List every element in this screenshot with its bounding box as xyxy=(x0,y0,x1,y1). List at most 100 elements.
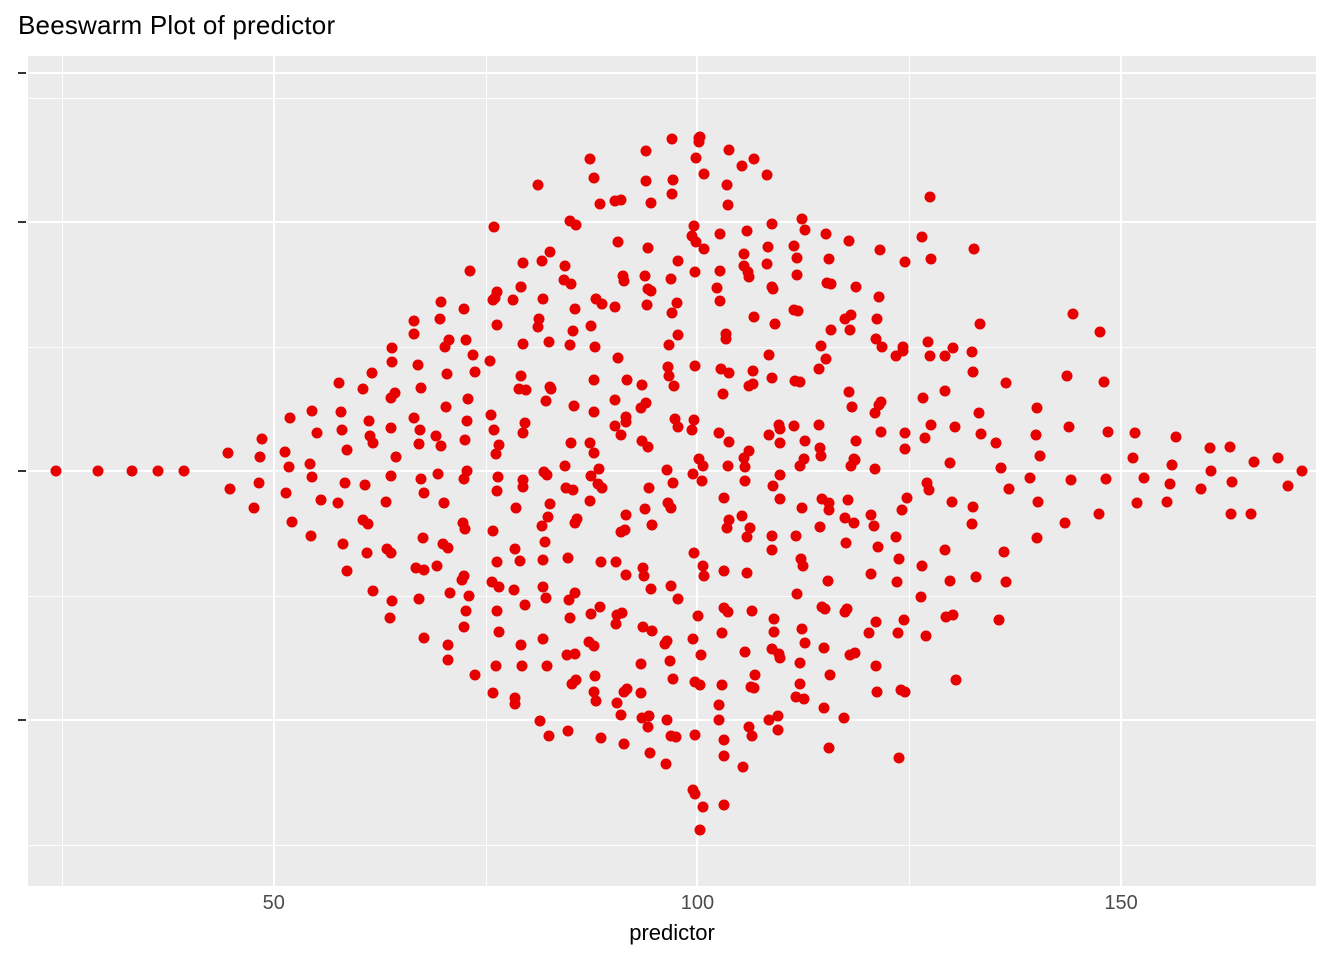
data-point xyxy=(667,308,678,319)
data-point xyxy=(386,470,397,481)
data-point xyxy=(1130,428,1141,439)
data-point xyxy=(790,691,801,702)
data-point xyxy=(381,497,392,508)
data-point xyxy=(646,197,657,208)
data-point xyxy=(561,650,572,661)
data-point xyxy=(444,334,455,345)
data-point xyxy=(739,248,750,259)
data-point xyxy=(715,295,726,306)
data-point xyxy=(387,342,398,353)
data-point xyxy=(641,299,652,310)
data-point xyxy=(721,179,732,190)
data-point xyxy=(285,412,296,423)
data-point xyxy=(306,472,317,483)
data-point xyxy=(926,254,937,265)
data-point xyxy=(869,464,880,475)
data-point xyxy=(970,572,981,583)
data-point xyxy=(1170,432,1181,443)
data-point xyxy=(493,626,504,637)
data-point xyxy=(613,236,624,247)
data-point xyxy=(796,623,807,634)
data-point xyxy=(438,538,449,549)
data-point xyxy=(687,634,698,645)
data-point xyxy=(544,730,555,741)
data-point xyxy=(843,494,854,505)
data-point xyxy=(839,513,850,524)
data-point xyxy=(666,273,677,284)
data-point xyxy=(744,721,755,732)
data-point xyxy=(515,282,526,293)
data-point xyxy=(698,560,709,571)
data-point xyxy=(665,580,676,591)
data-point xyxy=(1164,478,1175,489)
data-point xyxy=(743,272,754,283)
gridline-horizontal-minor xyxy=(28,845,1316,846)
data-point xyxy=(467,350,478,361)
data-point xyxy=(338,539,349,550)
data-point xyxy=(699,168,710,179)
data-point xyxy=(874,292,885,303)
data-point xyxy=(1035,450,1046,461)
data-point xyxy=(1032,497,1043,508)
data-point xyxy=(518,427,529,438)
data-point xyxy=(767,545,778,556)
data-point xyxy=(1131,497,1142,508)
data-point xyxy=(1205,443,1216,454)
data-point xyxy=(565,340,576,351)
data-point xyxy=(769,613,780,624)
data-point xyxy=(774,493,785,504)
plot-panel xyxy=(28,56,1316,886)
data-point xyxy=(458,473,469,484)
data-point xyxy=(570,518,581,529)
data-point xyxy=(1283,481,1294,492)
data-point xyxy=(178,466,189,477)
data-point xyxy=(661,464,672,475)
data-point xyxy=(695,824,706,835)
data-point xyxy=(925,419,936,430)
data-point xyxy=(723,514,734,525)
chart-container: Beeswarm Plot of predictor predictor 501… xyxy=(0,0,1344,960)
data-point xyxy=(490,661,501,672)
data-point xyxy=(1062,371,1073,382)
data-point xyxy=(153,466,164,477)
data-point xyxy=(590,294,601,305)
data-point xyxy=(589,341,600,352)
data-point xyxy=(589,686,600,697)
data-point xyxy=(341,565,352,576)
data-point xyxy=(619,276,630,287)
data-point xyxy=(590,670,601,681)
data-point xyxy=(360,480,371,491)
data-point xyxy=(663,497,674,508)
data-point xyxy=(637,621,648,632)
data-point xyxy=(745,681,756,692)
data-point xyxy=(544,498,555,509)
data-point xyxy=(767,218,778,229)
data-point xyxy=(642,242,653,253)
data-point xyxy=(518,338,529,349)
data-point xyxy=(460,605,471,616)
data-point xyxy=(458,570,469,581)
data-point xyxy=(637,380,648,391)
data-point xyxy=(920,432,931,443)
data-point xyxy=(636,687,647,698)
data-point xyxy=(671,298,682,309)
data-point xyxy=(333,497,344,508)
data-point xyxy=(899,615,910,626)
data-point xyxy=(967,346,978,357)
data-point xyxy=(789,241,800,252)
data-point xyxy=(538,633,549,644)
data-point xyxy=(748,365,759,376)
data-point xyxy=(559,260,570,271)
data-point xyxy=(1249,456,1260,467)
data-point xyxy=(1003,484,1014,495)
data-point xyxy=(894,553,905,564)
data-point xyxy=(775,424,786,435)
data-point xyxy=(306,405,317,416)
data-point xyxy=(798,453,809,464)
data-point xyxy=(822,575,833,586)
data-point xyxy=(436,440,447,451)
data-point xyxy=(825,325,836,336)
data-point xyxy=(714,699,725,710)
data-point xyxy=(413,360,424,371)
data-point xyxy=(718,492,729,503)
